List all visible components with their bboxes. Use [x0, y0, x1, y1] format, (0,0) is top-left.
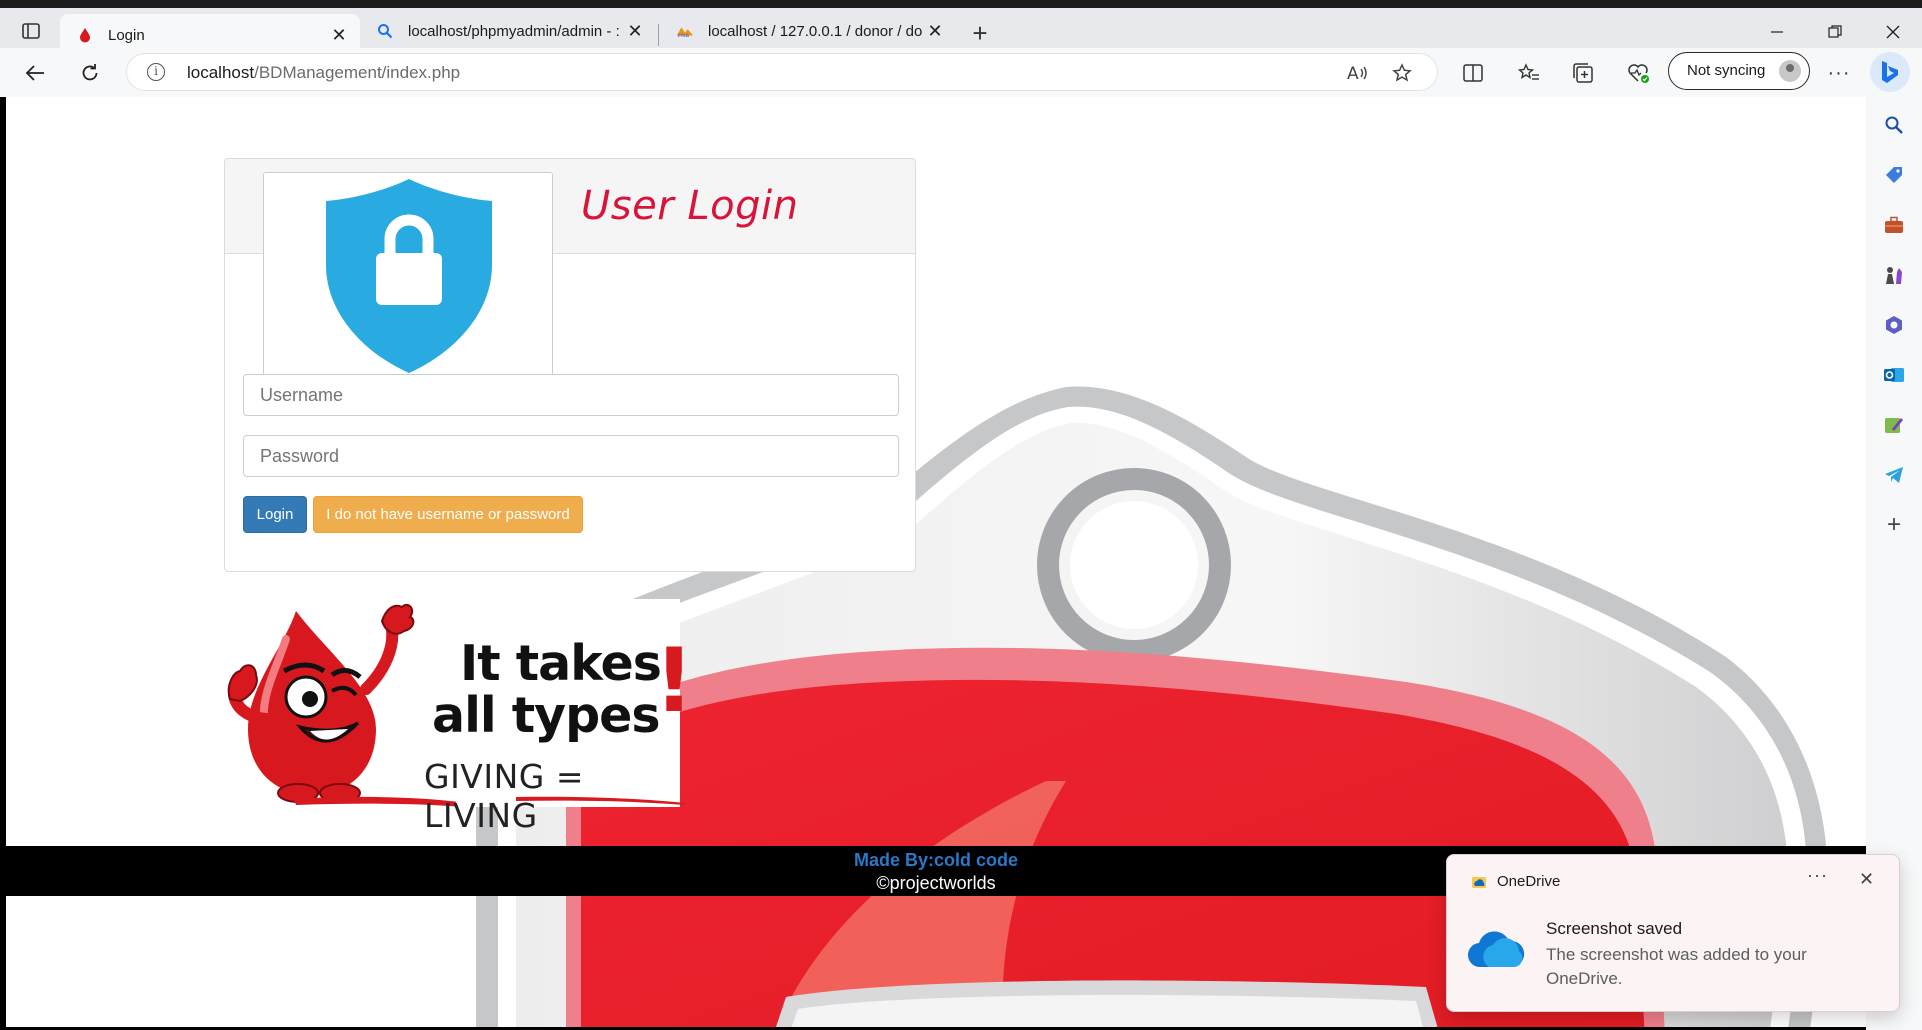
back-arrow-icon: [25, 65, 44, 81]
sync-label: Not syncing: [1687, 62, 1766, 79]
chess-icon[interactable]: [1883, 264, 1905, 286]
close-tab-icon[interactable]: ✕: [328, 24, 350, 46]
read-aloud-icon[interactable]: A: [1347, 62, 1369, 84]
login-button[interactable]: Login: [243, 496, 307, 533]
tab-separator: [658, 24, 659, 46]
promo-exclamation: !: [654, 629, 695, 732]
restore-button[interactable]: [1812, 18, 1858, 46]
close-tab-icon[interactable]: ✕: [924, 20, 946, 42]
blood-drop-mascot-image: [227, 603, 456, 807]
url-text[interactable]: localhost/BDManagement/index.php: [187, 63, 460, 83]
url-path: /BDManagement/index.php: [254, 63, 461, 82]
tab-title: Login: [108, 26, 145, 44]
telegram-icon[interactable]: [1883, 464, 1905, 486]
notification-body: The screenshot was added to your OneDriv…: [1546, 945, 1807, 988]
close-window-button[interactable]: [1870, 18, 1916, 46]
restore-icon: [1828, 25, 1842, 38]
tab-phpmyadmin-admin[interactable]: localhost/phpmyadmin/admin - : ✕: [360, 14, 656, 48]
promo-line-1: It takes: [460, 635, 662, 692]
site-info-icon[interactable]: i: [147, 63, 165, 81]
favorites-icon[interactable]: [1516, 60, 1542, 86]
briefcase-icon[interactable]: [1883, 214, 1905, 236]
notification-more-icon[interactable]: ···: [1807, 865, 1828, 886]
copilot-apps-icon[interactable]: [1883, 314, 1905, 336]
promo-line-2: all types: [432, 687, 661, 744]
add-icon[interactable]: +: [1883, 511, 1905, 538]
it-takes-all-types-banner: It takes all types ! GIVING = LIVING: [226, 599, 694, 835]
username-input[interactable]: [243, 374, 899, 416]
shield-lock-icon: [326, 179, 492, 373]
url-host: localhost: [187, 63, 255, 82]
close-tab-icon[interactable]: ✕: [624, 20, 646, 42]
browser-essentials-icon[interactable]: [1626, 60, 1652, 86]
address-bar[interactable]: i localhost/BDManagement/index.php A: [126, 53, 1438, 91]
svg-text:A: A: [1347, 64, 1359, 82]
svg-text:PMA: PMA: [678, 33, 690, 38]
collections-icon[interactable]: [1570, 60, 1596, 86]
blood-drop-favicon-icon: [76, 26, 94, 44]
close-icon: [1886, 25, 1900, 39]
back-button[interactable]: [20, 58, 50, 88]
notification-app-name: OneDrive: [1497, 873, 1561, 890]
tab-actions-button[interactable]: [14, 16, 48, 46]
notification-heading: Screenshot saved: [1546, 919, 1683, 938]
red-underline-swoosh: [516, 796, 686, 805]
designer-icon[interactable]: [1883, 414, 1905, 436]
bing-copilot-icon: [1882, 61, 1898, 83]
sync-status-button[interactable]: Not syncing: [1668, 52, 1810, 90]
no-credentials-button[interactable]: I do not have username or password: [313, 496, 583, 533]
notification-close-icon[interactable]: ✕: [1859, 869, 1874, 890]
lock-shield-image: [263, 172, 553, 376]
profile-avatar-icon: [1779, 60, 1801, 82]
address-toolbar: i localhost/BDManagement/index.php A Not…: [0, 48, 1922, 97]
tag-icon[interactable]: [1883, 164, 1905, 186]
login-panel: User Login Login I do not have username …: [224, 158, 916, 572]
copilot-button[interactable]: [1870, 52, 1910, 92]
split-screen-icon[interactable]: [1460, 60, 1486, 86]
tab-title: localhost/phpmyadmin/admin - :: [408, 22, 620, 40]
onedrive-cloud-icon: [1467, 931, 1525, 968]
more-menu-icon[interactable]: ···: [1826, 60, 1852, 86]
phpmyadmin-favicon-icon: PMA: [676, 22, 694, 40]
reload-button[interactable]: [75, 58, 105, 88]
search-icon[interactable]: [1883, 114, 1905, 136]
minimize-icon: [1771, 31, 1783, 33]
minimize-button[interactable]: [1754, 18, 1800, 46]
reload-icon: [82, 64, 98, 81]
password-input[interactable]: [243, 435, 899, 477]
onedrive-app-icon: [1472, 877, 1486, 888]
outlook-icon[interactable]: [1883, 364, 1905, 386]
tab-title: localhost / 127.0.0.1 / donor / do: [708, 22, 923, 40]
new-tab-button[interactable]: +: [966, 20, 994, 48]
tab-phpmyadmin-donor[interactable]: PMA localhost / 127.0.0.1 / donor / do ✕: [660, 14, 956, 48]
onedrive-notification[interactable]: OneDrive ··· ✕ Screenshot saved The scre…: [1446, 854, 1900, 1012]
favorite-star-icon[interactable]: [1391, 62, 1413, 84]
search-favicon-icon: [376, 22, 394, 40]
tab-bar: Login ✕ localhost/phpmyadmin/admin - : ✕…: [0, 0, 1922, 56]
page-title: User Login: [581, 183, 799, 229]
sidebar-tabs-icon: [22, 23, 40, 39]
